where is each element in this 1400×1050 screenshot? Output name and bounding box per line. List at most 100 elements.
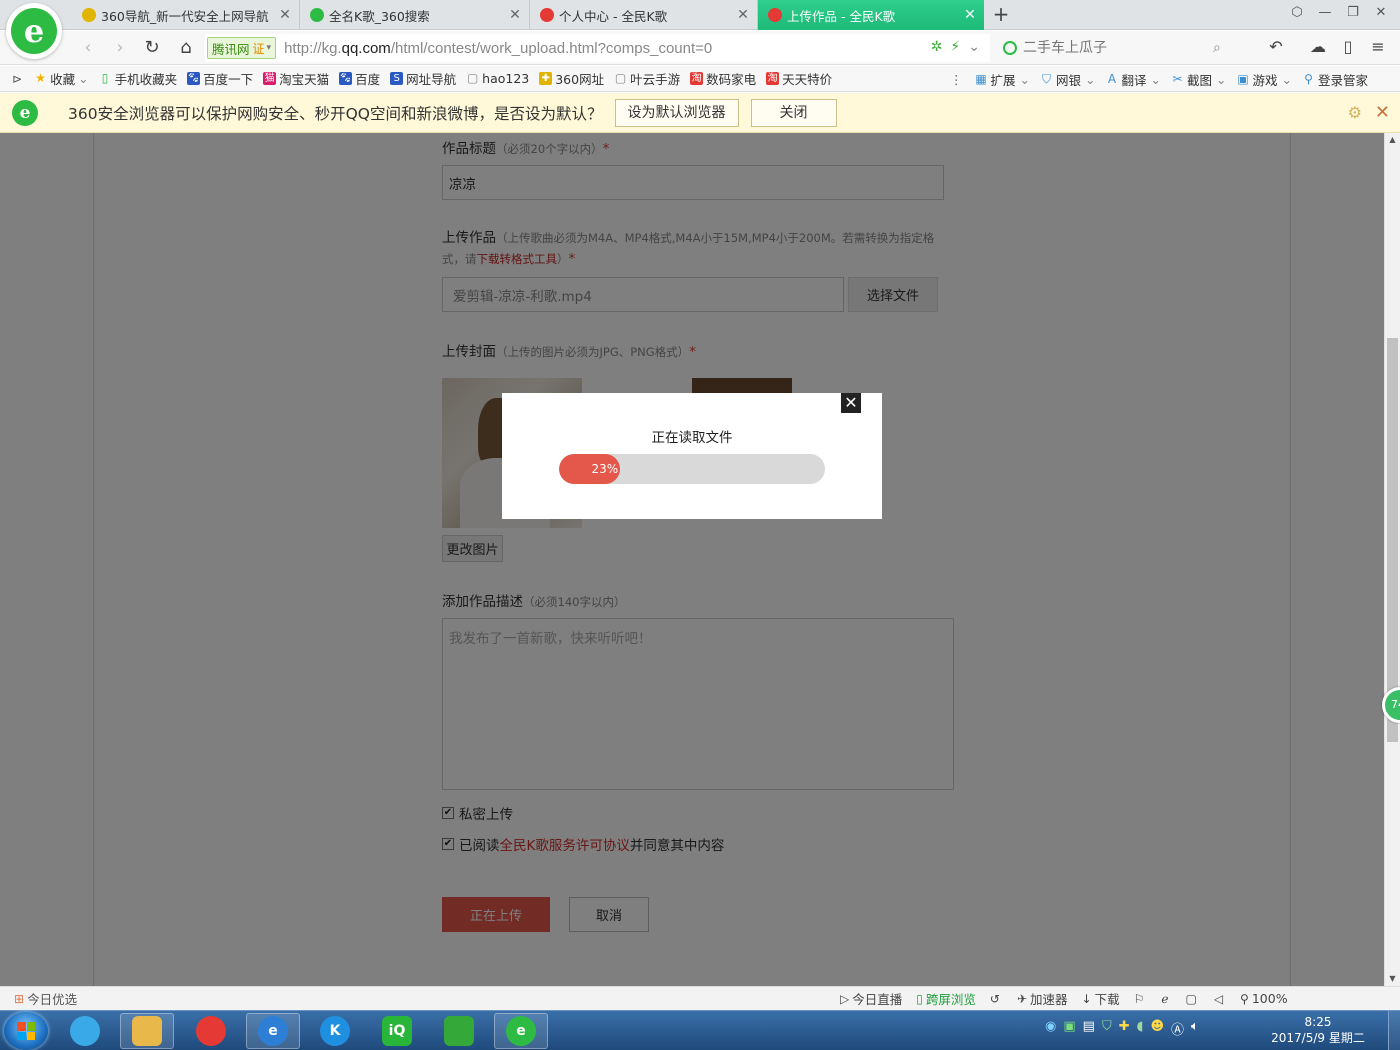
phone-icon[interactable]: ▯ bbox=[1336, 37, 1360, 59]
modal-overlay[interactable] bbox=[0, 133, 1384, 986]
status-item-4[interactable]: ↓ 下载 bbox=[1082, 989, 1120, 1008]
compat-mode-icon[interactable]: ✲ bbox=[931, 39, 943, 55]
toolbar-item-2[interactable]: A 翻译 ⌄ bbox=[1106, 70, 1161, 89]
show-desktop-button[interactable] bbox=[1388, 1011, 1400, 1050]
taskbar-app-explorer[interactable] bbox=[120, 1013, 174, 1049]
tray-shield-icon[interactable]: ⛉ bbox=[1102, 1019, 1112, 1038]
clock[interactable]: 8:25 2017/5/9 星期二 bbox=[1268, 1014, 1368, 1046]
tab-label: 360导航_新一代安全上网导航 bbox=[101, 8, 269, 24]
tab-1[interactable]: 全名K歌_360搜索 ✕ bbox=[300, 0, 530, 30]
tray-input-icon[interactable]: Ⓐ bbox=[1171, 1019, 1184, 1038]
status-item-6[interactable]: ℯ bbox=[1161, 992, 1171, 1006]
search-input[interactable] bbox=[1023, 40, 1213, 56]
tab-close-icon[interactable]: ✕ bbox=[505, 7, 525, 23]
bookmark-label: 手机收藏夹 bbox=[114, 72, 178, 87]
tab-close-icon[interactable]: ✕ bbox=[275, 7, 295, 23]
bookmark-item[interactable]: ✚ 360网址 bbox=[539, 69, 604, 88]
taskbar-app-kge[interactable] bbox=[184, 1013, 238, 1049]
status-item-7[interactable]: ▢ bbox=[1185, 992, 1199, 1006]
bookmark-item[interactable]: 🐾︎ 百度 bbox=[339, 69, 380, 88]
status-item-3[interactable]: ✈ 加速器 bbox=[1017, 989, 1068, 1008]
status-item-2[interactable]: ↺ bbox=[990, 992, 1003, 1006]
more-bookmarks-icon[interactable]: ⋮ bbox=[950, 72, 963, 87]
status-item-1[interactable]: ▯ 跨屏浏览 bbox=[916, 989, 976, 1008]
restore-button[interactable]: ❐ bbox=[1342, 5, 1364, 25]
toolbar-item-0[interactable]: ▦ 扩展 ⌄ bbox=[975, 70, 1030, 89]
taskbar-app-360[interactable]: e bbox=[494, 1013, 548, 1049]
tray-plus-icon[interactable]: ✚ bbox=[1119, 1019, 1130, 1038]
scroll-down-icon[interactable]: ▼ bbox=[1385, 972, 1400, 986]
browser-logo-icon[interactable]: e bbox=[6, 3, 62, 59]
search-icon[interactable]: ⌕ bbox=[1213, 40, 1221, 56]
taskbar-app-kugou[interactable]: K bbox=[308, 1013, 362, 1049]
taskbar-app-iqiyi[interactable]: iQ bbox=[370, 1013, 424, 1049]
tray-iqiyi-icon[interactable]: ▣ bbox=[1063, 1019, 1075, 1038]
vertical-scrollbar[interactable]: ▲ ▼ bbox=[1384, 133, 1400, 986]
skin-icon[interactable]: ⬡ bbox=[1286, 5, 1308, 25]
toolbar-item-5[interactable]: ⚲ 登录管家 bbox=[1302, 70, 1368, 89]
reload-button[interactable]: ↻ bbox=[140, 36, 164, 60]
tray-volume-icon[interactable]: 🔈︎ bbox=[1191, 1019, 1199, 1038]
tab-label: 全名K歌_360搜索 bbox=[329, 8, 430, 24]
sidebar-toggle-icon[interactable]: ⊳ bbox=[12, 72, 22, 86]
user-search-icon: ⚲ bbox=[1304, 71, 1313, 86]
search-box[interactable]: ⌕ bbox=[995, 34, 1250, 62]
gear-icon[interactable]: ⚙ bbox=[1348, 103, 1362, 122]
tray-speaker-icon[interactable]: ◖ bbox=[1137, 1019, 1144, 1038]
tab-close-icon[interactable]: ✕ bbox=[960, 7, 980, 23]
speed-mode-icon[interactable]: ⚡ bbox=[950, 39, 960, 55]
toolbar-item-label: 网银 bbox=[1056, 72, 1082, 88]
status-item-8[interactable]: ◁ bbox=[1214, 992, 1226, 1006]
status-item-9[interactable]: ⚲ 100% bbox=[1240, 991, 1288, 1006]
bookmark-label: 数码家电 bbox=[706, 72, 757, 87]
taskbar-app-pinwheel[interactable] bbox=[58, 1013, 112, 1049]
bookmark-item[interactable]: ★ 收藏 ⌄ bbox=[34, 69, 88, 88]
home-button[interactable]: ⌂ bbox=[174, 36, 198, 60]
tab-2[interactable]: 个人中心 - 全民K歌 ✕ bbox=[530, 0, 758, 30]
address-bar[interactable]: 腾讯网 证 ▾ http://kg.qq.com/html/contest/wo… bbox=[205, 34, 990, 62]
back-button[interactable]: ‹ bbox=[76, 36, 100, 60]
scroll-thumb[interactable] bbox=[1387, 338, 1398, 742]
folder-icon bbox=[132, 1016, 162, 1046]
undo-close-icon[interactable]: ↶ bbox=[1264, 37, 1288, 59]
ie-icon: e bbox=[258, 1016, 288, 1046]
bookmark-item[interactable]: 🐾︎ 百度一下 bbox=[187, 69, 253, 88]
new-tab-button[interactable]: + bbox=[990, 4, 1012, 26]
scroll-up-icon[interactable]: ▲ bbox=[1385, 133, 1400, 147]
search-engine-icon[interactable] bbox=[1003, 41, 1017, 55]
minimize-button[interactable]: — bbox=[1314, 5, 1336, 25]
certificate-badge[interactable]: 腾讯网 证 ▾ bbox=[207, 37, 277, 59]
close-icon[interactable]: ✕ bbox=[1375, 102, 1390, 123]
toolbar-item-3[interactable]: ✂ 截图 ⌄ bbox=[1171, 70, 1226, 89]
tab-3[interactable]: 上传作品 - 全民K歌 ✕ bbox=[758, 0, 984, 30]
tray-network-icon[interactable]: ▤ bbox=[1083, 1019, 1095, 1038]
forward-button[interactable]: › bbox=[108, 36, 132, 60]
status-item-5[interactable]: ⚐ bbox=[1134, 992, 1148, 1006]
start-button[interactable] bbox=[4, 1012, 48, 1050]
bookmark-item[interactable]: ▢ hao123 bbox=[466, 71, 529, 86]
bookmark-item[interactable]: 淘天天特价 bbox=[766, 69, 832, 88]
taskbar-app-ie[interactable]: e bbox=[246, 1013, 300, 1049]
bookmark-item[interactable]: S 网址导航 bbox=[390, 69, 456, 88]
toolbar-item-1[interactable]: ⛉ 网银 ⌄ bbox=[1040, 70, 1096, 89]
cloud-icon[interactable]: ☁ bbox=[1306, 37, 1330, 59]
set-default-button[interactable]: 设为默认浏览器 bbox=[614, 98, 739, 127]
close-window-button[interactable]: ✕ bbox=[1370, 5, 1392, 25]
tab-0[interactable]: 360导航_新一代安全上网导航 ✕ bbox=[72, 0, 300, 30]
close-icon[interactable]: ✕ bbox=[841, 393, 861, 413]
taskbar-app-ijianji[interactable] bbox=[432, 1013, 486, 1049]
tab-close-icon[interactable]: ✕ bbox=[733, 7, 753, 23]
menu-icon[interactable]: ≡ bbox=[1366, 37, 1390, 59]
tray-qq-icon[interactable]: ☻ bbox=[1150, 1019, 1164, 1038]
toolbar-item-4[interactable]: ▣ 游戏 ⌄ bbox=[1237, 70, 1292, 89]
bookmark-item[interactable]: ▯ 手机收藏夹 bbox=[99, 69, 178, 88]
today-picks[interactable]: ⊞ 今日优选 bbox=[14, 989, 77, 1008]
bookmark-item[interactable]: 淘数码家电 bbox=[690, 69, 756, 88]
dropdown-icon[interactable]: ⌄ bbox=[968, 39, 980, 55]
tray-360-icon[interactable]: ◉ bbox=[1045, 1019, 1056, 1038]
url-text[interactable]: http://kg.qq.com/html/contest/work_uploa… bbox=[284, 40, 712, 57]
close-notification-button[interactable]: 关闭 bbox=[750, 98, 837, 127]
bookmark-item[interactable]: 猫淘宝天猫 bbox=[263, 69, 329, 88]
status-item-0[interactable]: ▷ 今日直播 bbox=[840, 989, 902, 1008]
bookmark-item[interactable]: ▢ 叶云手游 bbox=[614, 69, 680, 88]
